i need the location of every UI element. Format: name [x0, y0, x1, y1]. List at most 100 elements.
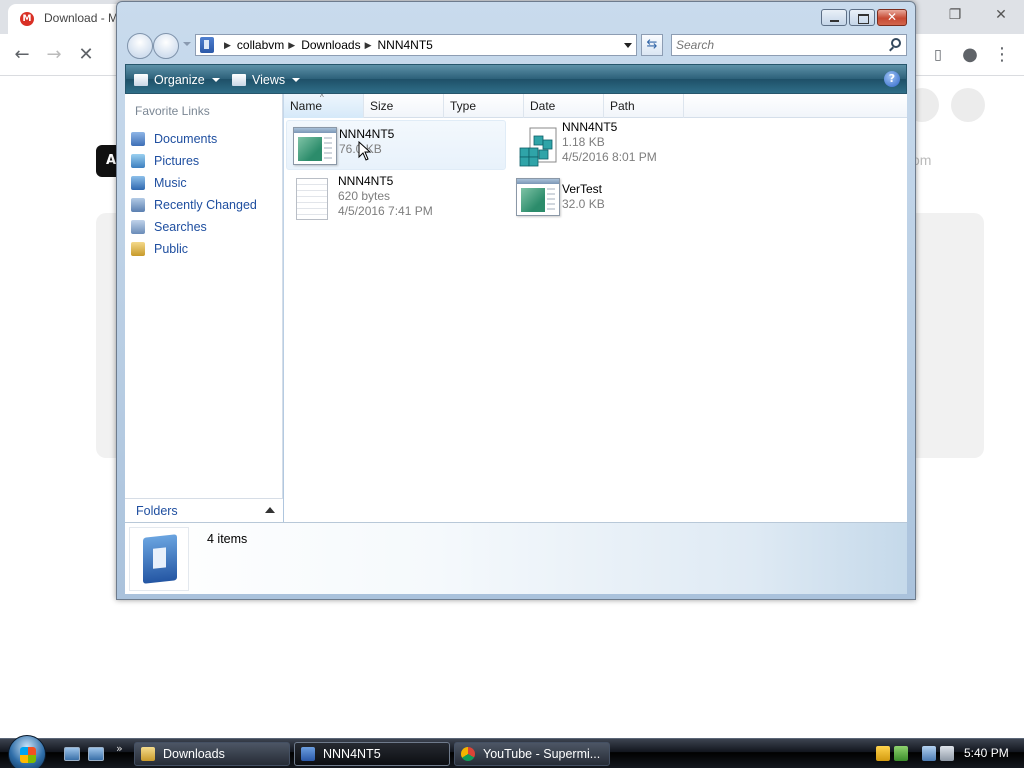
- file-tile[interactable]: NNN4NT5 620 bytes 4/5/2016 7:41 PM: [286, 172, 506, 222]
- taskbar-item-label: YouTube - Supermi...: [483, 747, 601, 761]
- views-button[interactable]: Views: [232, 71, 301, 89]
- start-button[interactable]: [8, 735, 46, 768]
- item-count: 4 items: [207, 532, 248, 546]
- browser-back-icon[interactable]: ←: [10, 43, 34, 67]
- switch-windows-icon[interactable]: [88, 747, 104, 761]
- text-file-icon: [296, 178, 328, 220]
- browser-tab-title: Download - M: [44, 11, 119, 25]
- file-tile[interactable]: VerTest 32.0 KB: [510, 172, 730, 222]
- sidebar-item-public[interactable]: Public: [131, 238, 257, 260]
- quick-launch-more-icon[interactable]: »: [116, 742, 123, 755]
- taskbar-item-youtube[interactable]: YouTube - Supermi...: [454, 742, 610, 766]
- chevron-down-icon: [292, 78, 301, 82]
- column-header-path[interactable]: Path: [604, 94, 684, 118]
- network-icon[interactable]: [922, 746, 936, 761]
- forward-button[interactable]: [153, 33, 179, 59]
- taskbar-item-downloads[interactable]: Downloads: [134, 742, 290, 766]
- column-header-size[interactable]: Size: [364, 94, 444, 118]
- breadcrumb-item[interactable]: collabvm: [237, 38, 284, 52]
- sidebar-item-label: Recently Changed: [154, 198, 257, 212]
- taskbar: » Downloads NNN4NT5 YouTube - Supermi...…: [0, 735, 1024, 768]
- address-dropdown-icon[interactable]: [624, 43, 632, 48]
- taskbar-item-nnn4nt5[interactable]: NNN4NT5: [294, 742, 450, 766]
- search-icon[interactable]: [891, 38, 901, 48]
- column-headers: ^ Name Size Type Date Path: [284, 93, 907, 118]
- music-icon: [131, 176, 145, 190]
- breadcrumb-item[interactable]: NNN4NT5: [378, 38, 433, 52]
- browser-menu-icon[interactable]: ⋮: [990, 43, 1014, 67]
- file-size: 32.0 KB: [562, 197, 605, 211]
- chrome-icon: [461, 747, 475, 761]
- sidebar-item-pictures[interactable]: Pictures: [131, 150, 257, 172]
- browser-forward-icon[interactable]: →: [42, 43, 66, 67]
- sidebar-item-searches[interactable]: Searches: [131, 216, 257, 238]
- security-shield-icon[interactable]: [876, 746, 890, 761]
- browser-restore-icon[interactable]: ❐: [940, 4, 970, 26]
- show-desktop-icon[interactable]: [64, 747, 80, 761]
- file-size: 1.18 KB: [562, 135, 605, 149]
- windows-update-icon[interactable]: [894, 746, 908, 761]
- file-tile[interactable]: NNN4NT5 1.18 KB 4/5/2016 8:01 PM: [510, 120, 730, 170]
- explorer-window: ✕ ▶ collabvm ▶ Downloads ▶ NNN4NT5 ⇆ Or: [116, 1, 916, 600]
- browser-profile-icon[interactable]: ●: [958, 43, 982, 67]
- explorer-icon: [301, 747, 315, 761]
- search-input[interactable]: [676, 37, 881, 53]
- page-circle-button[interactable]: [951, 88, 985, 122]
- column-header-type[interactable]: Type: [444, 94, 524, 118]
- breadcrumb-chevron-icon[interactable]: ▶: [224, 40, 231, 51]
- minimize-button[interactable]: [821, 9, 847, 26]
- help-icon[interactable]: ?: [884, 71, 900, 87]
- clock[interactable]: 5:40 PM: [964, 746, 1009, 760]
- folders-toggle[interactable]: Folders: [125, 498, 283, 522]
- breadcrumb-item[interactable]: Downloads: [301, 38, 360, 52]
- refresh-button[interactable]: ⇆: [641, 34, 663, 56]
- organize-icon: [134, 74, 148, 86]
- file-name: NNN4NT5: [339, 127, 395, 141]
- column-label: Path: [610, 99, 635, 113]
- file-date: 4/5/2016 7:41 PM: [338, 204, 433, 218]
- file-name: NNN4NT5: [562, 120, 618, 134]
- column-label: Name: [290, 99, 323, 113]
- column-label: Date: [530, 99, 556, 113]
- folder-location-icon: [200, 37, 214, 53]
- sidebar-item-documents[interactable]: Documents: [131, 128, 257, 150]
- sidebar-item-label: Pictures: [154, 154, 200, 168]
- chevron-up-icon: [265, 507, 275, 513]
- sidebar-item-label: Searches: [154, 220, 207, 234]
- file-tile[interactable]: NNN4NT5 76.0 KB: [286, 120, 506, 170]
- breadcrumb-chevron-icon[interactable]: ▶: [365, 40, 372, 51]
- file-size: 620 bytes: [338, 189, 391, 203]
- browser-close-icon[interactable]: ✕: [986, 4, 1016, 26]
- folders-label: Folders: [136, 504, 178, 518]
- volume-muted-icon[interactable]: [940, 746, 954, 761]
- filing-cabinet-icon: [143, 534, 177, 584]
- browser-sidepanel-icon[interactable]: ▯: [926, 43, 950, 67]
- back-button[interactable]: [127, 33, 153, 59]
- documents-icon: [131, 132, 145, 146]
- registry-file-icon: [516, 126, 560, 167]
- recent-pages-dropdown[interactable]: [183, 42, 191, 46]
- organize-label: Organize: [154, 73, 205, 87]
- breadcrumb-chevron-icon[interactable]: ▶: [288, 40, 295, 51]
- maximize-button[interactable]: [849, 9, 875, 26]
- views-icon: [232, 74, 246, 86]
- address-bar[interactable]: ▶ collabvm ▶ Downloads ▶ NNN4NT5: [195, 34, 637, 56]
- file-name: NNN4NT5: [338, 174, 394, 188]
- navigation-row: ▶ collabvm ▶ Downloads ▶ NNN4NT5 ⇆: [125, 32, 907, 60]
- search-box[interactable]: [671, 34, 907, 56]
- browser-stop-icon[interactable]: ✕: [74, 43, 98, 67]
- sidebar-item-label: Public: [154, 242, 189, 256]
- sidebar-item-label: Documents: [154, 132, 218, 146]
- favorite-links-list: Documents Pictures Music Recently Change…: [131, 128, 257, 260]
- column-header-date[interactable]: Date: [524, 94, 604, 118]
- file-list-pane: ^ Name Size Type Date Path NNN4NT5 76.0 …: [284, 93, 907, 522]
- chevron-down-icon: [211, 78, 220, 82]
- column-header-name[interactable]: ^ Name: [284, 93, 364, 118]
- searches-icon: [131, 220, 145, 234]
- sidebar-item-recently-changed[interactable]: Recently Changed: [131, 194, 257, 216]
- taskbar-item-label: NNN4NT5: [323, 747, 381, 761]
- close-button[interactable]: ✕: [877, 9, 907, 26]
- organize-button[interactable]: Organize: [134, 71, 220, 89]
- details-pane: 4 items: [125, 522, 907, 594]
- sidebar-item-music[interactable]: Music: [131, 172, 257, 194]
